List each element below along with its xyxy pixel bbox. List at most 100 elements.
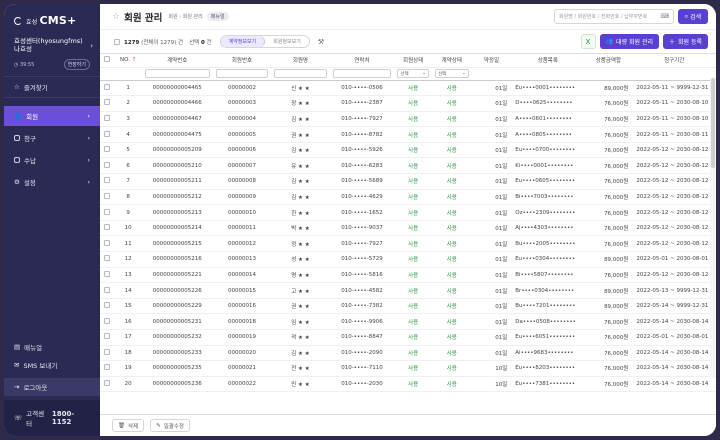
favorite-star-icon[interactable]: ☆ — [112, 12, 120, 22]
table-row[interactable]: 14 00000000005226 00000015 고 ★ ★ 010-••••-45… — [100, 282, 716, 299]
logout-button[interactable]: ⇥ 로그아웃 — [4, 378, 100, 396]
member-name: 명 ★ ★ — [271, 267, 330, 284]
table-row[interactable]: 3 00000000004467 00000004 김 ★ ★ 010-••••-792… — [100, 111, 716, 128]
tab-member-view[interactable]: 회원정보보기 — [265, 36, 309, 47]
row-checkbox[interactable] — [104, 286, 111, 293]
app-window: 효성 CMS+ 효성센터(hyosungfms) 나효성 › ◷ 39:55 연장… — [4, 4, 716, 436]
table-row[interactable]: 11 00000000005215 00000012 정 ★ ★ 010-••••-79… — [100, 235, 716, 253]
table-row[interactable]: 2 00000000004466 00000003 장 ★ ★ 010-••••-238… — [100, 95, 716, 112]
row-no: 6 — [114, 157, 142, 175]
table-row[interactable]: 18 00000000005233 00000020 김 ★ ★ 010-••••-20… — [100, 345, 716, 362]
due-day: 01일 — [471, 345, 512, 362]
table-row[interactable]: 1 00000000004465 00000002 신 ★ ★ 010-••••-050… — [100, 80, 716, 97]
selected-count: 선택 0 건 — [189, 39, 212, 46]
scrollbar[interactable] — [710, 78, 716, 378]
row-checkbox[interactable] — [104, 317, 111, 324]
row-checkbox[interactable] — [104, 83, 111, 90]
row-checkbox[interactable] — [104, 239, 111, 246]
contract-status: 사용 — [431, 376, 472, 393]
row-checkbox[interactable] — [104, 208, 111, 215]
due-day: 01일 — [471, 204, 512, 221]
col-amount[interactable]: 상품금액합 — [584, 54, 633, 68]
row-checkbox[interactable] — [104, 99, 111, 106]
table-row[interactable]: 10 00000000005214 00000011 박 ★ ★ 010-••••-90… — [100, 220, 716, 237]
col-member-name[interactable]: 회원명 — [271, 54, 330, 68]
table-row[interactable]: 15 00000000005229 00000016 권 ★ ★ 010-••••-73… — [100, 298, 716, 315]
logo[interactable]: 효성 CMS+ — [4, 4, 100, 33]
product-list: Eu••••0304•••••••• — [511, 251, 585, 268]
row-checkbox[interactable] — [104, 177, 111, 184]
header-checkbox[interactable] — [104, 56, 111, 63]
col-contract-status[interactable]: 계약상태 — [431, 54, 472, 68]
add-member-button[interactable]: ＋ 회원 등록 — [662, 34, 708, 49]
sidebar-item-collection[interactable]: 수납 › — [4, 150, 100, 170]
delete-button[interactable]: 🗑 삭제 — [112, 419, 145, 432]
sidebar-item-billing[interactable]: 청구 › — [4, 128, 100, 148]
col-member-no[interactable]: 회원번호 — [212, 54, 272, 68]
col-member-status[interactable]: 회원상태 — [394, 54, 432, 68]
table-row[interactable]: 8 00000000005212 00000009 김 ★ ★ 010-••••-462… — [100, 189, 716, 206]
row-checkbox[interactable] — [104, 161, 111, 168]
tab-contract-view[interactable]: 계약정보보기 — [220, 36, 266, 47]
keyboard-icon[interactable]: ⌨ — [660, 13, 669, 20]
sidebar-item-settings[interactable]: ⚙ 설정 › — [4, 172, 100, 192]
center-switcher[interactable]: 효성센터(hyosungfms) 나효성 › — [4, 33, 100, 57]
table-row[interactable]: 12 00000000005216 00000013 성 ★ ★ 010-••••-57… — [100, 251, 716, 268]
contract-no: 00000000005232 — [141, 329, 213, 346]
col-contract-no[interactable]: 계약번호 — [141, 54, 213, 68]
sidebar-item-members[interactable]: 👤 회원 › — [4, 106, 100, 126]
table-row[interactable]: 17 00000000005232 00000019 곽 ★ ★ 010-••••-88… — [100, 329, 716, 346]
row-checkbox[interactable] — [104, 302, 111, 309]
member-no: 00000015 — [212, 282, 272, 299]
amount-total: 76,000원 — [584, 235, 633, 253]
manual-link[interactable]: ▤ 매뉴얼 — [4, 338, 100, 356]
row-checkbox[interactable] — [104, 224, 111, 231]
filter-phone-input[interactable] — [332, 69, 392, 78]
row-checkbox[interactable] — [104, 146, 111, 153]
row-checkbox[interactable] — [104, 130, 111, 137]
col-due-day[interactable]: 약정일 — [471, 54, 512, 68]
table-row[interactable]: 4 00000000004475 00000005 권 ★ ★ 010-••••-878… — [100, 126, 716, 143]
table-row[interactable]: 5 00000000005209 00000006 김 ★ ★ 010-••••-592… — [100, 142, 716, 159]
bulk-member-button[interactable]: 👥 대량 회원 관리 — [599, 34, 659, 49]
manual-badge[interactable]: 매뉴얼 — [206, 12, 229, 21]
row-checkbox[interactable] — [104, 270, 111, 277]
favorites-link[interactable]: ☆ 즐겨찾기 — [4, 76, 100, 98]
search-input[interactable]: 회원명 / 회원번호 / 전화번호 / 납부자번호 ⌨ — [554, 9, 674, 24]
col-products[interactable]: 상품목록 — [511, 54, 585, 68]
row-checkbox[interactable] — [104, 255, 111, 262]
table-row[interactable]: 13 00000000005221 00000014 명 ★ ★ 010-••••-58… — [100, 267, 716, 284]
row-checkbox[interactable] — [104, 348, 111, 355]
table-row[interactable]: 9 00000000005213 00000010 한 ★ ★ 010-••••-165… — [100, 204, 716, 221]
select-all-checkbox[interactable] — [114, 38, 120, 45]
col-no[interactable]: NO. ↑ — [114, 54, 142, 68]
table-row[interactable]: 7 00000000005211 00000008 김 ★ ★ 010-••••-568… — [100, 173, 716, 190]
filter-contract-status-select[interactable]: 선택 ⌄ — [434, 69, 469, 78]
col-phone[interactable]: 연락처 — [329, 54, 395, 68]
row-checkbox[interactable] — [104, 364, 111, 371]
filter-member-status-select[interactable]: 선택 ⌄ — [397, 69, 429, 78]
member-name: 유 ★ ★ — [271, 157, 330, 175]
row-no: 5 — [114, 142, 142, 159]
amount-total: 76,000원 — [584, 95, 633, 112]
extend-session-button[interactable]: 연장하기 — [63, 59, 90, 70]
excel-download-icon[interactable]: X — [580, 34, 596, 49]
bulk-edit-button[interactable]: ✎ 일괄수정 — [150, 419, 190, 432]
sms-link[interactable]: ✉ SMS 보내기 — [4, 356, 100, 374]
col-period[interactable]: 청구기간 — [632, 54, 716, 68]
table-row[interactable]: 6 00000000005210 00000007 유 ★ ★ 010-••••-628… — [100, 157, 716, 175]
table-row[interactable]: 19 00000000005235 00000021 전 ★ ★ 010-••••-71… — [100, 360, 716, 377]
row-checkbox[interactable] — [104, 114, 111, 121]
filter-contract-input[interactable] — [144, 69, 210, 78]
billing-period: 2022-05-12 ~ 2030-08-12 — [632, 189, 716, 206]
table-row[interactable]: 20 00000000005236 00000022 민 ★ ★ 010-••••-20… — [100, 376, 716, 393]
filter-member-input[interactable] — [215, 69, 269, 78]
member-no: 00000020 — [212, 345, 272, 362]
row-checkbox[interactable] — [104, 333, 111, 340]
search-button[interactable]: ⌕ 검색 — [678, 9, 708, 24]
row-checkbox[interactable] — [104, 192, 111, 199]
filter-name-input[interactable] — [274, 69, 327, 78]
row-checkbox[interactable] — [104, 380, 111, 387]
column-settings-icon[interactable]: ⚒ — [318, 38, 324, 46]
table-row[interactable]: 16 00000000005231 00000018 임 ★ ★ 010-••••-99… — [100, 313, 716, 330]
